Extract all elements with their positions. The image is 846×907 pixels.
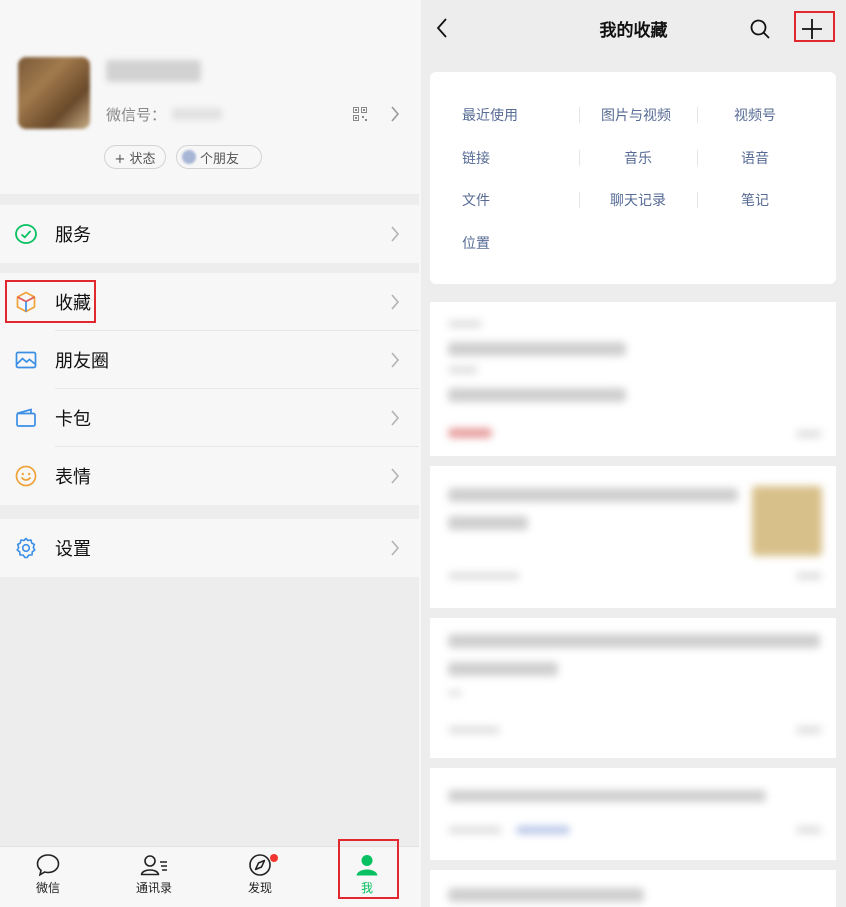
blurred-content (448, 888, 644, 902)
category-notes[interactable]: 笔记 (741, 190, 769, 210)
tab-contacts[interactable]: 通讯录 (124, 853, 184, 903)
blurred-content (796, 726, 822, 734)
blurred-content (448, 572, 520, 580)
list-item[interactable] (430, 302, 836, 456)
check-circle-icon (15, 224, 37, 244)
chevron-right-icon (391, 468, 400, 484)
chevron-right-icon (391, 226, 400, 242)
menu-label-services: 服务 (55, 225, 91, 246)
nickname-blurred (106, 60, 201, 82)
blurred-content (448, 690, 462, 696)
blurred-content (448, 342, 626, 356)
menu-label-stickers: 表情 (55, 467, 91, 488)
menu-item-services[interactable]: 服务 (0, 205, 419, 263)
chevron-right-icon (391, 352, 400, 368)
nav-bar: 我的收藏 (421, 0, 846, 56)
friends-count-label: 个朋友 (200, 151, 240, 167)
blurred-content (448, 428, 492, 438)
wechat-id-blurred (172, 108, 222, 120)
avatar[interactable] (18, 57, 90, 129)
divider (579, 150, 580, 166)
plus-highlight-box (794, 11, 835, 42)
favorites-page: 我的收藏 最近使用 图片与视频 视频号 链接 音乐 语音 文件 聊天记录 笔记 … (421, 0, 846, 907)
menu-label-moments: 朋友圈 (55, 351, 109, 372)
divider (579, 107, 580, 123)
list-item[interactable] (430, 618, 836, 758)
category-filter-card: 最近使用 图片与视频 视频号 链接 音乐 语音 文件 聊天记录 笔记 位置 (430, 72, 836, 284)
services-block: 服务 (0, 205, 419, 263)
blurred-content (752, 486, 822, 556)
menu-item-cards[interactable]: 卡包 (0, 389, 419, 447)
blurred-content (796, 572, 822, 580)
category-recent[interactable]: 最近使用 (462, 105, 518, 125)
page-title: 我的收藏 (599, 21, 668, 41)
blurred-content (448, 488, 738, 502)
smile-icon (15, 465, 37, 487)
tab-label-chats: 微信 (35, 881, 60, 895)
friends-status-pill[interactable]: 个朋友 (176, 145, 262, 169)
list-item[interactable] (430, 870, 836, 907)
blurred-content (448, 826, 502, 834)
photo-icon (15, 351, 37, 369)
tab-discover[interactable]: 发现 (230, 853, 290, 903)
wallet-icon (16, 408, 36, 427)
me-page: 微信号： + 状态 个朋友 服务 收藏 朋友圈 卡包 表情 设置 微信 通讯录 … (0, 0, 419, 907)
menu-item-stickers[interactable]: 表情 (0, 447, 419, 505)
tab-label-contacts: 通讯录 (135, 881, 172, 895)
category-chat-history[interactable]: 聊天记录 (610, 190, 666, 210)
chat-bubble-icon (36, 854, 60, 877)
divider (697, 150, 698, 166)
list-item[interactable] (430, 466, 836, 608)
blurred-content (448, 726, 500, 734)
chevron-right-icon (391, 294, 400, 310)
blurred-content (448, 366, 478, 374)
menu-item-moments[interactable]: 朋友圈 (0, 331, 419, 389)
tab-label-discover: 发现 (247, 881, 272, 895)
add-status-label: + 状态 (114, 151, 156, 167)
friend-avatar-dot (182, 150, 196, 164)
divider (697, 192, 698, 208)
category-files[interactable]: 文件 (462, 190, 490, 210)
blurred-content (448, 320, 482, 328)
menu-item-settings[interactable]: 设置 (0, 519, 419, 577)
favorites-highlight-box (5, 280, 96, 323)
blurred-content (448, 634, 820, 648)
blurred-content (448, 388, 626, 402)
qr-code-icon[interactable] (353, 107, 367, 121)
blurred-content (516, 826, 570, 834)
category-images-videos[interactable]: 图片与视频 (601, 105, 671, 125)
me-tab-highlight-box (338, 839, 399, 899)
settings-block: 设置 (0, 519, 419, 577)
gear-icon (16, 537, 36, 559)
chevron-right-icon (391, 410, 400, 426)
add-status-button[interactable]: + 状态 (104, 145, 166, 169)
category-voice[interactable]: 语音 (741, 148, 769, 168)
category-channels[interactable]: 视频号 (734, 105, 776, 125)
contacts-icon (140, 855, 167, 876)
menu-label-settings: 设置 (55, 539, 91, 560)
category-location[interactable]: 位置 (462, 233, 490, 253)
divider (579, 192, 580, 208)
chevron-right-icon[interactable] (390, 106, 400, 122)
search-icon[interactable] (748, 17, 772, 41)
blurred-content (796, 826, 822, 834)
list-item[interactable] (430, 768, 836, 860)
blurred-content (448, 516, 528, 530)
category-links[interactable]: 链接 (462, 148, 490, 168)
blurred-content (796, 430, 822, 438)
blurred-content (448, 662, 558, 676)
chevron-right-icon (391, 540, 400, 556)
menu-label-cards: 卡包 (55, 409, 91, 430)
blurred-content (448, 790, 766, 802)
profile-header[interactable]: 微信号： + 状态 个朋友 (0, 0, 419, 194)
wechat-id-label: 微信号： (106, 106, 167, 124)
category-music[interactable]: 音乐 (624, 148, 652, 168)
divider (697, 107, 698, 123)
tab-chats[interactable]: 微信 (18, 853, 78, 903)
discover-badge-dot (270, 854, 278, 862)
